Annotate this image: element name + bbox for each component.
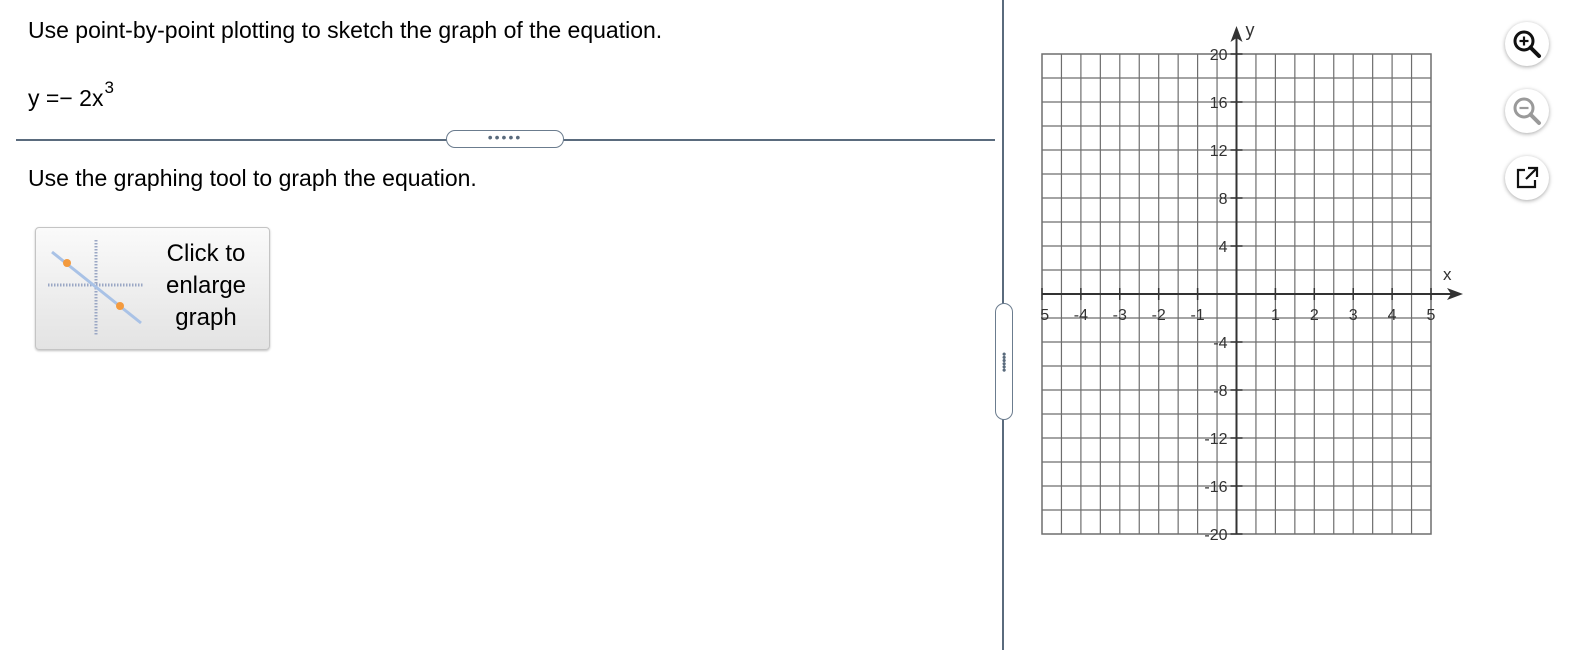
x-tick-label: 5 [1427,307,1436,324]
enlarge-label-line-2: enlarge [165,272,247,299]
x-tick-label: 2 [1310,307,1319,324]
zoom-in-icon [1513,30,1541,58]
y-tick-label: -8 [1213,383,1227,400]
x-tick-label: -5 [1040,307,1049,324]
graph-thumbnail-icon [48,240,144,336]
external-link-icon [1516,166,1539,189]
x-tick-label: -4 [1074,307,1088,324]
x-tick-label: 1 [1271,307,1280,324]
y-tick-label: 4 [1219,239,1228,256]
graphing-area[interactable]: -5-4-3-2-11234520161284-4-8-12-16-20xy [1040,16,1500,556]
graphing-instruction: Use the graphing tool to graph the equat… [28,165,477,191]
equation: y = − 2x3 [28,78,114,115]
y-tick-label: 16 [1210,95,1228,112]
enlarge-graph-button[interactable]: Click to enlarge graph [35,227,270,350]
open-new-window-button[interactable] [1505,156,1549,200]
y-tick-label: 12 [1210,143,1228,160]
enlarge-label-line-3: graph [175,304,237,331]
y-axis-label: y [1246,20,1255,40]
x-tick-label: 4 [1388,307,1397,324]
y-tick-label: -20 [1204,527,1227,544]
enlarge-label-line-1: Click to [166,240,246,267]
equation-coefficient: − 2x [59,85,104,111]
equation-exponent: 3 [104,78,114,97]
pane-drag-handle[interactable]: •••••• [995,303,1013,420]
x-axis-label: x [1443,265,1452,284]
zoom-in-button[interactable] [1505,22,1549,66]
x-tick-label: 3 [1349,307,1358,324]
y-tick-label: 20 [1210,47,1228,64]
x-tick-label: -3 [1113,307,1127,324]
zoom-out-button[interactable] [1505,89,1549,133]
y-tick-label: -16 [1204,479,1227,496]
y-tick-label: 8 [1219,191,1228,208]
question-instruction: Use point-by-point plotting to sketch th… [28,17,663,43]
zoom-out-icon [1513,97,1541,125]
divider-drag-handle[interactable]: ••••• [446,130,564,148]
x-tick-label: -2 [1152,307,1166,324]
y-tick-label: -4 [1213,335,1227,352]
question-pane: Use point-by-point plotting to sketch th… [0,0,1003,650]
y-tick-label: -12 [1204,431,1227,448]
equation-lhs: y = [28,85,60,111]
x-tick-label: -1 [1190,307,1204,324]
enlarge-graph-label: Click to enlarge graph [144,238,268,334]
